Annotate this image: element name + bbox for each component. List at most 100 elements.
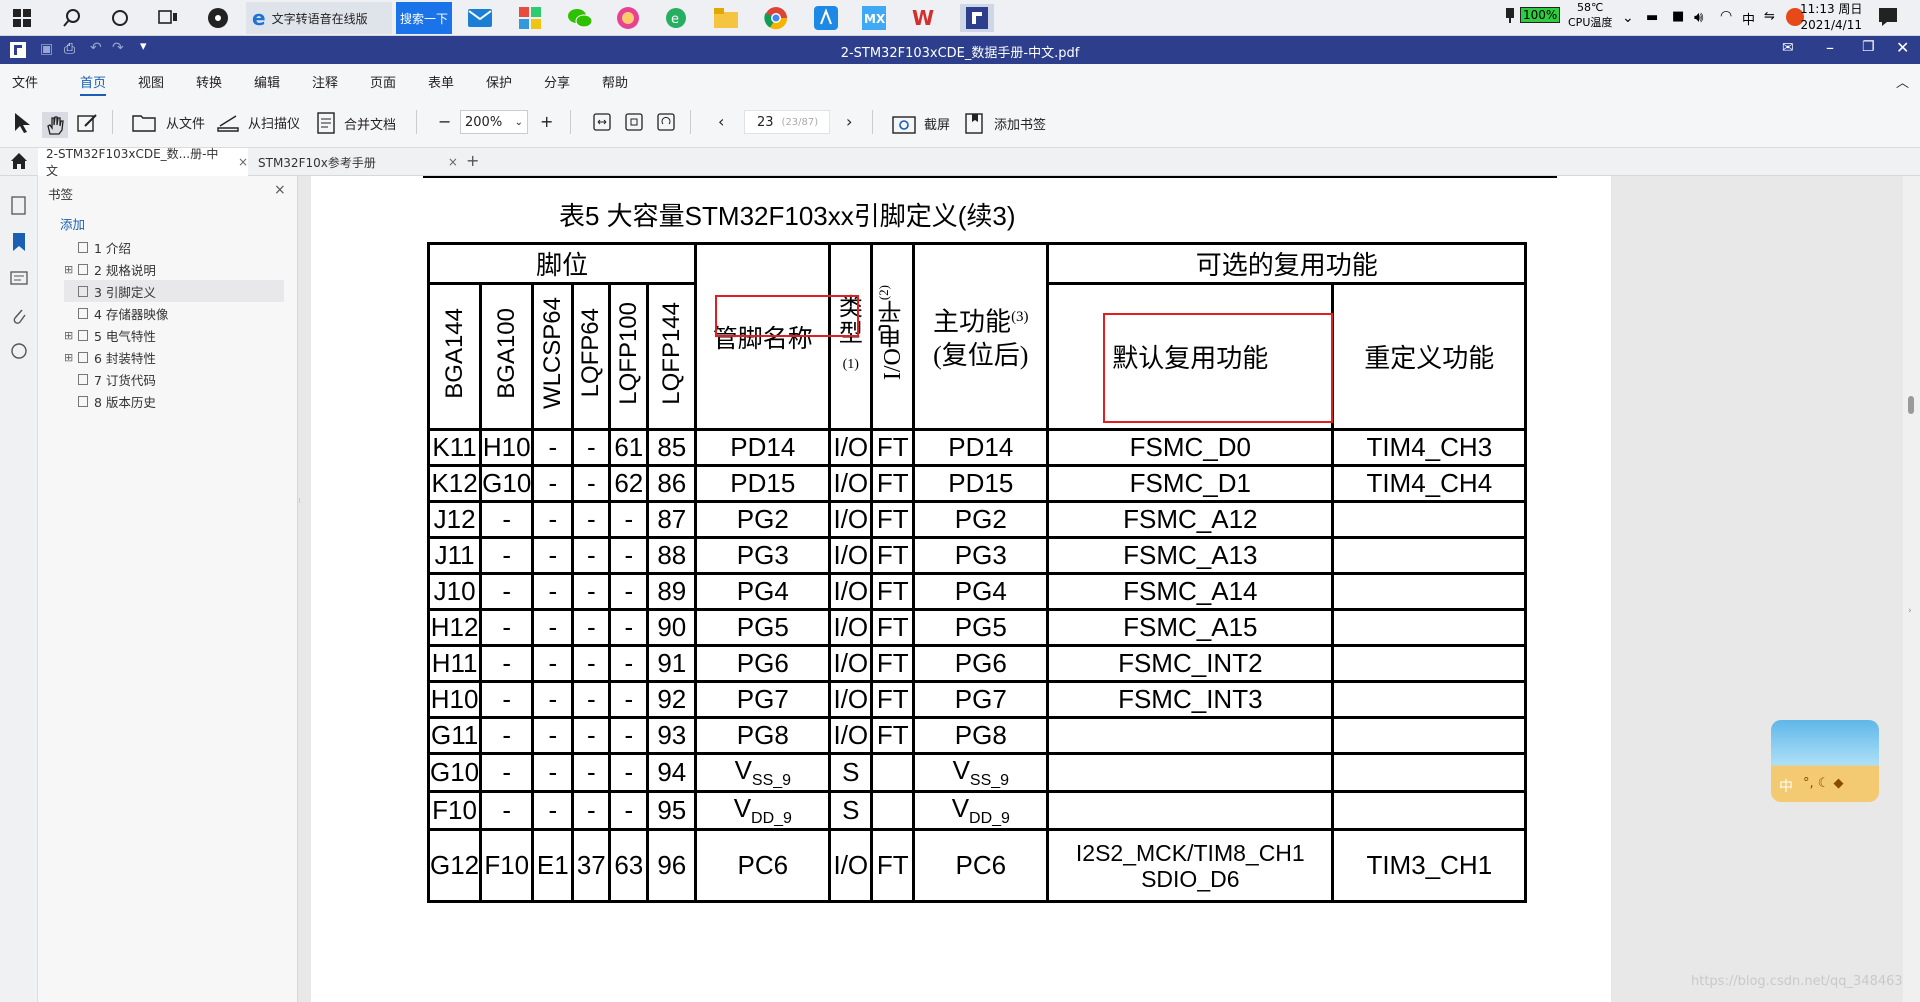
- windows-taskbar: e 文字转语音在线版 搜索一下 e MX W 100% 58℃ CPU温度 ⌄ …: [0, 0, 1920, 36]
- expand-icon[interactable]: ⊞: [64, 329, 76, 342]
- scroll-handle[interactable]: ›: [1908, 606, 1912, 616]
- collapse-panel-handle[interactable]: ‹: [299, 496, 301, 506]
- menu-page[interactable]: 页面: [370, 72, 396, 91]
- rotate-page-icon[interactable]: [656, 112, 676, 132]
- menu-view[interactable]: 视图: [138, 72, 164, 91]
- page-number-input[interactable]: 23 (23/87): [744, 110, 830, 134]
- file-explorer-icon[interactable]: [712, 4, 740, 32]
- hand-tool-icon[interactable]: [42, 112, 68, 138]
- collapse-ribbon-icon[interactable]: ︿: [1896, 72, 1909, 91]
- bookmark-item[interactable]: 8 版本历史: [64, 390, 284, 412]
- merge-docs-button[interactable]: 合并文档: [316, 112, 396, 134]
- zoom-in-button[interactable]: +: [540, 112, 553, 131]
- cell-lqfp64: -: [571, 716, 612, 755]
- menu-protect[interactable]: 保护: [486, 72, 512, 91]
- colorful-app-icon[interactable]: [614, 4, 642, 32]
- tray-window-icon[interactable]: ■: [1672, 9, 1684, 24]
- document-viewer[interactable]: ‹ 表5 大容量STM32F103xx引脚定义(续3) 脚位 管脚名称 类型 (…: [299, 176, 1903, 1002]
- zoom-select[interactable]: 200% ⌄: [460, 110, 528, 134]
- attachment-icon[interactable]: [10, 306, 28, 330]
- screenshot-button[interactable]: 截屏: [892, 112, 950, 134]
- bookmark-item[interactable]: ⊞ 6 封装特性: [64, 346, 284, 368]
- fan-app-icon[interactable]: [204, 4, 232, 32]
- wechat-icon[interactable]: [566, 4, 594, 32]
- fit-page-icon[interactable]: [624, 112, 644, 132]
- tab-reference-manual[interactable]: STM32F10x参考手册 ×: [250, 148, 460, 176]
- menu-home[interactable]: 首页: [80, 72, 107, 96]
- menu-share[interactable]: 分享: [544, 72, 570, 91]
- cell-bga144: G10: [426, 751, 483, 794]
- pdf-reader-taskbar-icon[interactable]: [960, 4, 994, 32]
- close-button[interactable]: ✕: [1896, 38, 1909, 57]
- mail-app-icon[interactable]: [466, 4, 494, 32]
- bookmark-item[interactable]: 3 引脚定义: [64, 280, 284, 302]
- cell-wlcsp64: -: [531, 536, 575, 575]
- fit-width-icon[interactable]: [592, 112, 612, 132]
- comments-icon[interactable]: [10, 270, 28, 292]
- blue-app-icon[interactable]: [812, 4, 840, 32]
- cell-type: I/O: [828, 716, 874, 755]
- from-file-button[interactable]: 从文件: [132, 112, 205, 132]
- battery-indicator[interactable]: 100%: [1504, 6, 1561, 24]
- search-icon[interactable]: [58, 4, 86, 32]
- clock[interactable]: 11:13 周日 2021/4/11: [1800, 1, 1862, 33]
- bookmark-item[interactable]: 7 订货代码: [64, 368, 284, 390]
- chrome-icon[interactable]: [762, 4, 790, 32]
- search-now-button[interactable]: 搜索一下: [396, 2, 452, 34]
- maximize-button[interactable]: ❐: [1862, 39, 1875, 55]
- add-bookmark-button[interactable]: 添加书签: [964, 112, 1046, 134]
- ime-icon[interactable]: 中: [1742, 9, 1755, 28]
- add-bookmark-link[interactable]: 添加: [60, 214, 85, 233]
- expand-icon[interactable]: ⊞: [64, 263, 76, 276]
- bookmark-item[interactable]: 4 存储器映像: [64, 302, 284, 324]
- menu-help[interactable]: 帮助: [602, 72, 628, 91]
- sync-icon[interactable]: ⇋: [1764, 9, 1775, 24]
- next-page-button[interactable]: ›: [846, 112, 852, 131]
- cortana-icon[interactable]: [106, 4, 134, 32]
- bookmark-item[interactable]: 1 介绍: [64, 236, 284, 258]
- vertical-scrollbar[interactable]: ›: [1903, 176, 1920, 1002]
- menu-form[interactable]: 表单: [428, 72, 454, 91]
- menu-file[interactable]: 文件: [12, 72, 38, 91]
- toolbar-divider: [112, 110, 113, 134]
- cell-type: I/O: [828, 428, 874, 467]
- cpu-temp-widget[interactable]: 58℃ CPU温度: [1568, 0, 1612, 30]
- notification-icon[interactable]: [1878, 6, 1898, 30]
- bookmark-item[interactable]: ⊞ 5 电气特性: [64, 324, 284, 346]
- wps-icon[interactable]: W: [910, 4, 938, 32]
- wifi-icon[interactable]: ◠: [1720, 8, 1732, 24]
- office-app-icon[interactable]: [516, 4, 544, 32]
- taskbar-browser-tab[interactable]: e 文字转语音在线版: [246, 2, 392, 34]
- expand-icon[interactable]: ⊞: [64, 351, 76, 364]
- floating-ime-widget[interactable]: 中 °, ☾ ◆: [1771, 720, 1879, 802]
- thumbnails-icon[interactable]: [10, 196, 28, 220]
- bookmark-panel-icon[interactable]: [10, 232, 28, 256]
- scroll-thumb[interactable]: [1908, 396, 1914, 414]
- minimize-button[interactable]: –: [1826, 38, 1834, 57]
- volume-icon[interactable]: 🔊︎: [1694, 8, 1703, 26]
- home-icon[interactable]: [10, 152, 28, 173]
- green-app-icon[interactable]: e: [662, 4, 690, 32]
- menu-edit[interactable]: 编辑: [254, 72, 280, 91]
- mx-app-icon[interactable]: MX: [860, 4, 888, 32]
- close-tab-icon[interactable]: ×: [448, 155, 458, 169]
- message-icon[interactable]: ✉: [1782, 40, 1794, 56]
- from-scanner-button[interactable]: 从扫描仪: [216, 112, 300, 132]
- new-tab-button[interactable]: +: [466, 151, 479, 170]
- cell-type: I/O: [828, 500, 874, 539]
- menu-convert[interactable]: 转换: [196, 72, 222, 91]
- tab-datasheet[interactable]: 2-STM32F103xCDE_数...册-中文 ×: [38, 147, 248, 178]
- windows-start-icon[interactable]: [8, 4, 36, 32]
- search-panel-icon[interactable]: [10, 342, 28, 364]
- select-tool-icon[interactable]: [12, 112, 32, 134]
- close-tab-icon[interactable]: ×: [238, 155, 248, 169]
- bookmark-item[interactable]: ⊞ 2 规格说明: [64, 258, 284, 280]
- prev-page-button[interactable]: ‹: [718, 112, 724, 131]
- chevron-up-icon[interactable]: ⌄: [1622, 10, 1634, 26]
- edit-tool-icon[interactable]: [76, 112, 98, 134]
- close-panel-icon[interactable]: ×: [274, 182, 286, 198]
- task-view-icon[interactable]: [154, 4, 182, 32]
- zoom-out-button[interactable]: −: [438, 112, 451, 131]
- app-tray-icon[interactable]: ▬: [1646, 10, 1658, 25]
- menu-annotate[interactable]: 注释: [312, 72, 338, 91]
